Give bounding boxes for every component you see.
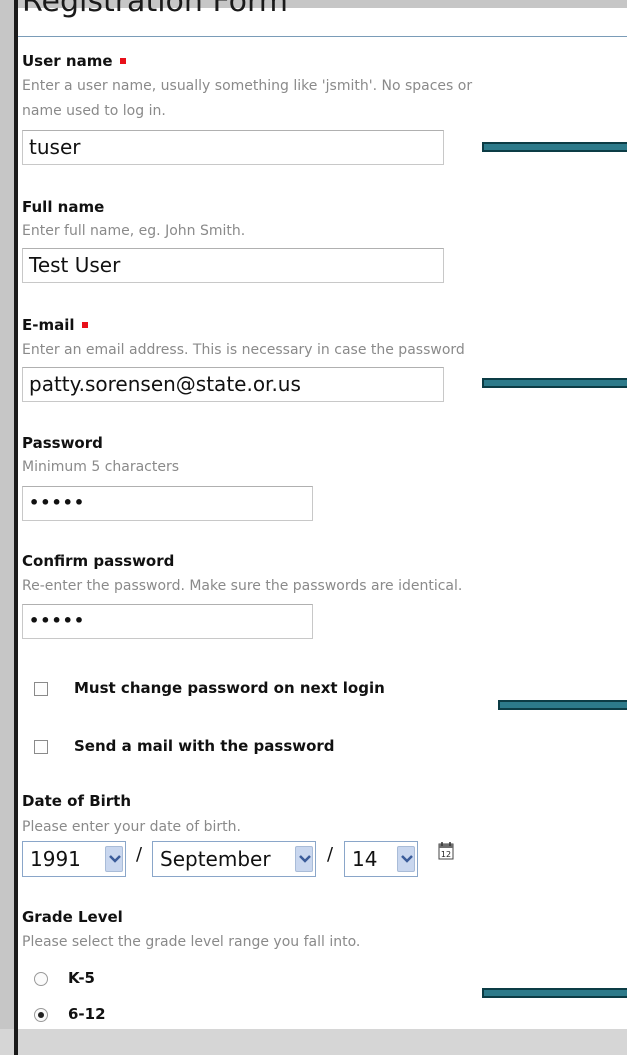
must-change-password-label: Must change password on next login [74, 679, 385, 697]
confirm-password-input[interactable]: ••••• [22, 604, 313, 639]
email-input[interactable]: patty.sorensen@state.or.us [22, 367, 444, 402]
grade-radio-k5[interactable] [34, 972, 48, 986]
window-left-edge [0, 0, 14, 1055]
day-value: 14 [352, 847, 378, 871]
year-value: 1991 [30, 847, 81, 871]
chevron-down-icon[interactable] [397, 846, 415, 872]
password-input[interactable]: ••••• [22, 486, 313, 521]
title-divider [18, 36, 627, 37]
email-label-text: E-mail [22, 316, 75, 334]
calendar-icon[interactable]: 12 [438, 842, 454, 860]
email-help: Enter an email address. This is necessar… [22, 342, 465, 358]
send-mail-label: Send a mail with the password [74, 737, 335, 755]
form-title: Registration Form [22, 0, 289, 19]
fullname-input[interactable]: Test User [22, 248, 444, 283]
required-marker [81, 322, 88, 328]
window-bottom-edge [0, 1029, 627, 1055]
month-value: September [160, 847, 271, 871]
month-select[interactable]: September [152, 841, 316, 877]
username-help-line2: name used to log in. [22, 103, 166, 119]
form-left-border [14, 0, 18, 1055]
chevron-down-icon[interactable] [295, 846, 313, 872]
fullname-label: Full name [22, 198, 105, 216]
email-label: E-mail [22, 316, 88, 334]
dob-label: Date of Birth [22, 792, 132, 810]
year-select[interactable]: 1991 [22, 841, 126, 877]
grade-option-label: K-5 [68, 969, 95, 987]
send-mail-checkbox[interactable] [34, 740, 48, 754]
annotation-bar [498, 700, 627, 710]
grade-label: Grade Level [22, 908, 123, 926]
username-label-text: User name [22, 52, 113, 70]
username-input[interactable]: tuser [22, 130, 444, 165]
date-separator: / [136, 844, 143, 865]
annotation-bar [482, 142, 627, 152]
confirm-password-label: Confirm password [22, 552, 175, 570]
password-label: Password [22, 434, 103, 452]
grade-radio-6-12[interactable] [34, 1008, 48, 1022]
form-left-border [14, 1029, 18, 1055]
must-change-password-checkbox[interactable] [34, 682, 48, 696]
grade-option-label: 6-12 [68, 1005, 106, 1023]
date-separator: / [327, 844, 334, 865]
username-help-line1: Enter a user name, usually something lik… [22, 78, 473, 94]
registration-form: Registration Form User name Enter a user… [0, 0, 627, 1055]
confirm-password-help: Re-enter the password. Make sure the pas… [22, 578, 463, 594]
fullname-help: Enter full name, eg. John Smith. [22, 223, 246, 239]
chevron-down-icon[interactable] [105, 846, 123, 872]
required-marker [119, 58, 126, 64]
username-label: User name [22, 52, 126, 70]
dob-help: Please enter your date of birth. [22, 819, 241, 835]
annotation-bar [482, 378, 627, 388]
day-select[interactable]: 14 [344, 841, 418, 877]
svg-text:12: 12 [441, 850, 451, 859]
annotation-bar [482, 988, 627, 998]
password-help: Minimum 5 characters [22, 459, 180, 475]
grade-help: Please select the grade level range you … [22, 934, 361, 950]
